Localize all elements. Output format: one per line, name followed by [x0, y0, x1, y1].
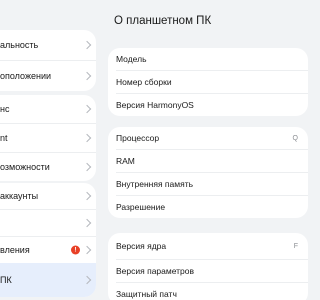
chevron-right-icon — [82, 133, 92, 143]
security-patch-row[interactable]: Защитный патч — [108, 283, 308, 300]
chevron-right-icon — [82, 275, 92, 285]
sidebar-item-label: нс — [0, 104, 10, 114]
security-patch-label: Защитный патч — [116, 289, 177, 299]
software-card: Версия ядра F Версия параметров Защитный… — [108, 233, 308, 300]
processor-value: Q — [292, 134, 298, 142]
sidebar-item-7[interactable] — [0, 210, 96, 236]
sidebar-item-3[interactable]: нс — [0, 95, 96, 123]
sidebar-item-updates[interactable]: вления ! — [0, 237, 96, 263]
notification-badge: ! — [71, 245, 80, 255]
sidebar-item-1[interactable]: альность — [0, 30, 96, 60]
parameters-version-row[interactable]: Версия параметров — [108, 260, 308, 282]
build-number-label: Номер сборки — [116, 77, 172, 87]
page-title: О планшетном ПК — [114, 15, 212, 27]
resolution-label: Разрешение — [116, 202, 166, 212]
sidebar-item-label: альность — [0, 40, 39, 50]
kernel-version-label: Версия ядра — [116, 241, 167, 251]
sidebar-item-4[interactable]: nt — [0, 124, 96, 152]
ram-row[interactable]: RAM — [108, 150, 308, 172]
hardware-card: Процессор Q RAM Внутренняя память Разреш… — [108, 127, 308, 218]
sidebar-item-accounts[interactable]: аккаунты — [0, 183, 96, 209]
parameters-version-label: Версия параметров — [116, 266, 195, 276]
main-panel: О планшетном ПК Модель Номер сборки Верс… — [108, 0, 308, 300]
storage-row[interactable]: Внутренняя память — [108, 173, 308, 195]
kernel-version-row[interactable]: Версия ядра F — [108, 233, 308, 259]
ram-label: RAM — [116, 156, 135, 166]
sidebar-item-label: озможности — [0, 162, 50, 172]
chevron-right-icon — [82, 162, 92, 172]
sidebar-item-label: аккаунты — [0, 191, 39, 201]
resolution-row[interactable]: Разрешение — [108, 196, 308, 218]
device-info-card: Модель Номер сборки Версия HarmonyOS — [108, 48, 308, 116]
sidebar-item-label: nt — [0, 133, 8, 143]
processor-row[interactable]: Процессор Q — [108, 127, 308, 149]
sidebar: альность оположении нс nt озможности акк… — [0, 0, 98, 300]
kernel-version-value: F — [293, 242, 298, 250]
sidebar-item-2[interactable]: оположении — [0, 61, 96, 91]
sidebar-item-label: оположении — [0, 71, 51, 81]
harmonyos-version-row[interactable]: Версия HarmonyOS — [108, 94, 308, 116]
sidebar-item-5[interactable]: озможности — [0, 153, 96, 181]
chevron-right-icon — [82, 218, 92, 228]
build-number-row[interactable]: Номер сборки — [108, 71, 308, 93]
sidebar-group-3: аккаунты вления ! ПК — [0, 183, 96, 297]
sidebar-item-about-tablet[interactable]: ПК — [0, 263, 96, 297]
chevron-right-icon — [82, 245, 92, 255]
sidebar-group-2: нс nt озможности — [0, 95, 96, 181]
sidebar-item-label: вления — [0, 245, 30, 255]
storage-label: Внутренняя память — [116, 179, 194, 189]
chevron-right-icon — [82, 40, 92, 50]
chevron-right-icon — [82, 191, 92, 201]
sidebar-item-label: ПК — [0, 275, 12, 285]
chevron-right-icon — [82, 71, 92, 81]
model-row[interactable]: Модель — [108, 48, 308, 70]
chevron-right-icon — [82, 104, 92, 114]
harmonyos-version-label: Версия HarmonyOS — [116, 100, 194, 110]
sidebar-group-1: альность оположении — [0, 30, 96, 91]
model-label: Модель — [116, 54, 147, 64]
processor-label: Процессор — [116, 133, 160, 143]
